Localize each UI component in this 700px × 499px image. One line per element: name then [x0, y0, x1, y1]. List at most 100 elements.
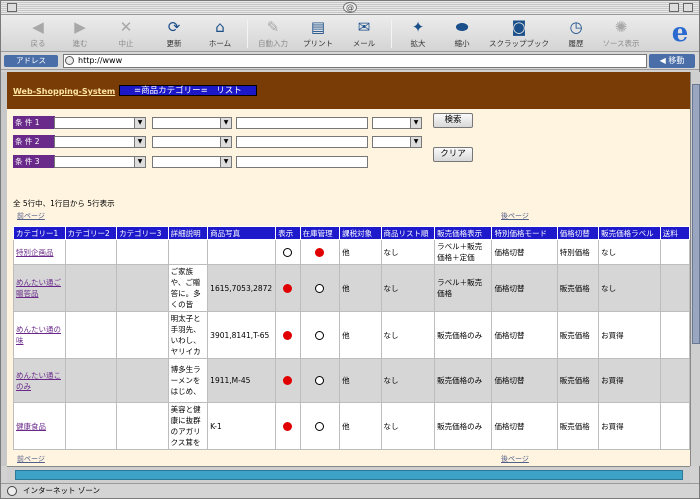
cell-display [275, 358, 301, 403]
category-link[interactable]: めんたい通の味 [16, 325, 61, 345]
condition-1-select-a[interactable]: ▼ [54, 117, 146, 129]
condition-3-select-b[interactable]: ▼ [152, 156, 232, 168]
refresh-button[interactable]: ⟳ 更新 [157, 18, 191, 49]
cell-order: なし [380, 264, 436, 312]
cell-price-switch: 販売価格 [556, 402, 600, 450]
next-page-link-bottom[interactable]: 後ページ [501, 454, 529, 464]
display-indicator-icon [283, 283, 293, 293]
next-page-link-top[interactable]: 後ページ [501, 211, 529, 221]
condition-2-input[interactable] [236, 136, 368, 148]
zoom-box[interactable] [669, 3, 679, 12]
chevron-down-icon: ▼ [410, 118, 421, 128]
cell-shipping [659, 311, 690, 359]
condition-3-select-a[interactable]: ▼ [54, 156, 146, 168]
mail-button[interactable]: ✉ メール [347, 18, 381, 49]
zoom-out-button[interactable]: ⬬ 縮小 [445, 18, 479, 49]
cell-order: なし [380, 239, 436, 265]
scroll-thumb[interactable] [692, 84, 700, 344]
cell-price-display: 販売価格のみ [434, 402, 493, 450]
category-link[interactable]: 特別企画品 [16, 248, 54, 257]
url-input[interactable]: http://www [63, 54, 647, 68]
category-table: カテゴリー1 カテゴリー2 カテゴリー3 詳細説明 商品写真 表示 在庫管理 課税対象 商品リス… [13, 226, 690, 450]
site-link[interactable]: Web-Shopping-System [13, 87, 115, 96]
clear-button[interactable]: クリア [433, 147, 473, 162]
cell-cat2 [64, 239, 118, 265]
scroll-thumb[interactable] [15, 470, 683, 480]
forward-button[interactable]: ▶ 進む [63, 18, 97, 49]
collapse-box[interactable] [683, 3, 693, 12]
cell-category1: 特別企画品 [13, 239, 66, 265]
condition-2-select-a[interactable]: ▼ [54, 136, 146, 148]
display-indicator-icon [283, 330, 293, 340]
cell-stock [299, 311, 341, 359]
cell-special-mode: 価格切替 [491, 402, 558, 450]
stop-icon: ✕ [119, 18, 133, 36]
column-header: 商品リスト順 [380, 226, 436, 240]
cell-display [275, 264, 301, 312]
table-row: 健康食品 美容と健康に抜群のアガリクス茸を K-1 他なし 販売価格のみ 価格切替 販売価格… [13, 402, 690, 450]
cell-cat3 [116, 239, 169, 265]
history-button[interactable]: ◷ 履歴 [559, 18, 593, 49]
home-button[interactable]: ⌂ ホーム [200, 18, 240, 49]
prev-page-link-bottom[interactable]: 前ページ [17, 454, 45, 464]
back-button[interactable]: ◀ 戻る [21, 18, 55, 49]
chevron-down-icon: ▼ [134, 137, 145, 147]
condition-1-select-b[interactable]: ▼ [152, 117, 232, 129]
window-icon: @ [343, 2, 357, 13]
cell-price-label: なし [598, 239, 661, 265]
scrapbook-button[interactable]: ◙ スクラップブック [489, 18, 549, 49]
condition-1-select-c[interactable]: ▼ [372, 117, 422, 129]
cell-category1: めんたい通の味 [13, 311, 66, 359]
cell-display [275, 402, 301, 450]
condition-2-select-c[interactable]: ▼ [372, 136, 422, 148]
go-arrow-icon: ◀ [659, 56, 666, 65]
toolbar: ◀ 戻る ▶ 進む ✕ 中止 ⟳ 更新 ⌂ ホーム ✎ 自動入力 ▤ プリント ✉ メール ✦ 拡… [1, 15, 699, 52]
cell-price-switch: 販売価格 [556, 358, 600, 403]
zoom-in-button[interactable]: ✦ 拡大 [401, 18, 435, 49]
category-link[interactable]: 健康食品 [16, 422, 46, 431]
stock-indicator-icon [315, 421, 325, 431]
table-row: めんたい通このみ 博多生ラーメンをはじめ、 1911,M-45 他なし 販売価格のみ 価格… [13, 358, 690, 403]
cell-shipping [659, 358, 690, 403]
view-source-button[interactable]: ✺ ソース表示 [599, 18, 643, 49]
autofill-button[interactable]: ✎ 自動入力 [253, 18, 293, 49]
close-box[interactable] [7, 3, 17, 12]
cell-special-mode: 価格切替 [491, 264, 558, 312]
cell-price-display: 販売価格のみ [434, 358, 493, 403]
category-link[interactable]: めんたい通このみ [16, 371, 61, 391]
cell-tax: 他 [339, 239, 382, 265]
address-label: アドレス [4, 55, 58, 67]
cell-photo: 1615,7053,2872 [207, 264, 277, 312]
table-row: めんたい通ご贈答品 ご家族や、ご贈答に。多くの皆 1615,7053,2872 他なし… [13, 264, 690, 312]
vertical-scrollbar[interactable] [690, 72, 700, 466]
condition-1-input[interactable] [236, 117, 368, 129]
cell-detail: 明太子と手羽先、いわし、ヤリイカ [167, 311, 209, 359]
search-button[interactable]: 検索 [433, 113, 473, 128]
cell-stock [299, 402, 341, 450]
title-bar[interactable]: @ [1, 1, 699, 15]
cell-price-display: ラベル＋販売価格 [434, 264, 493, 312]
cell-order: なし [380, 402, 436, 450]
mail-icon: ✉ [357, 18, 371, 36]
stop-button[interactable]: ✕ 中止 [109, 18, 143, 49]
result-summary: 全 5行中、1行目から 5行表示 [13, 199, 115, 208]
condition-3-input[interactable] [236, 156, 368, 168]
go-button[interactable]: ◀ 移動 [649, 54, 695, 68]
prev-page-link-top[interactable]: 前ページ [17, 211, 45, 221]
cell-shipping [659, 264, 690, 312]
cell-special-mode: 価格切替 [491, 239, 558, 265]
address-bar: アドレス http://www ◀ 移動 [1, 52, 699, 70]
print-button[interactable]: ▤ プリント [301, 18, 335, 49]
cell-photo: 3901,8141,T-65 [207, 311, 277, 359]
cell-price-display: ラベル＋販売価格＋定価 [434, 239, 493, 265]
horizontal-scrollbar[interactable] [7, 466, 690, 483]
stock-indicator-icon [315, 283, 325, 293]
chevron-down-icon: ▼ [220, 137, 231, 147]
stock-indicator-icon [315, 330, 325, 340]
cell-detail: 博多生ラーメンをはじめ、 [167, 358, 209, 403]
chevron-down-icon: ▼ [134, 118, 145, 128]
condition-2-select-b[interactable]: ▼ [152, 136, 232, 148]
page-icon [65, 56, 74, 65]
category-link[interactable]: めんたい通ご贈答品 [16, 278, 61, 298]
cell-cat2 [64, 402, 118, 450]
